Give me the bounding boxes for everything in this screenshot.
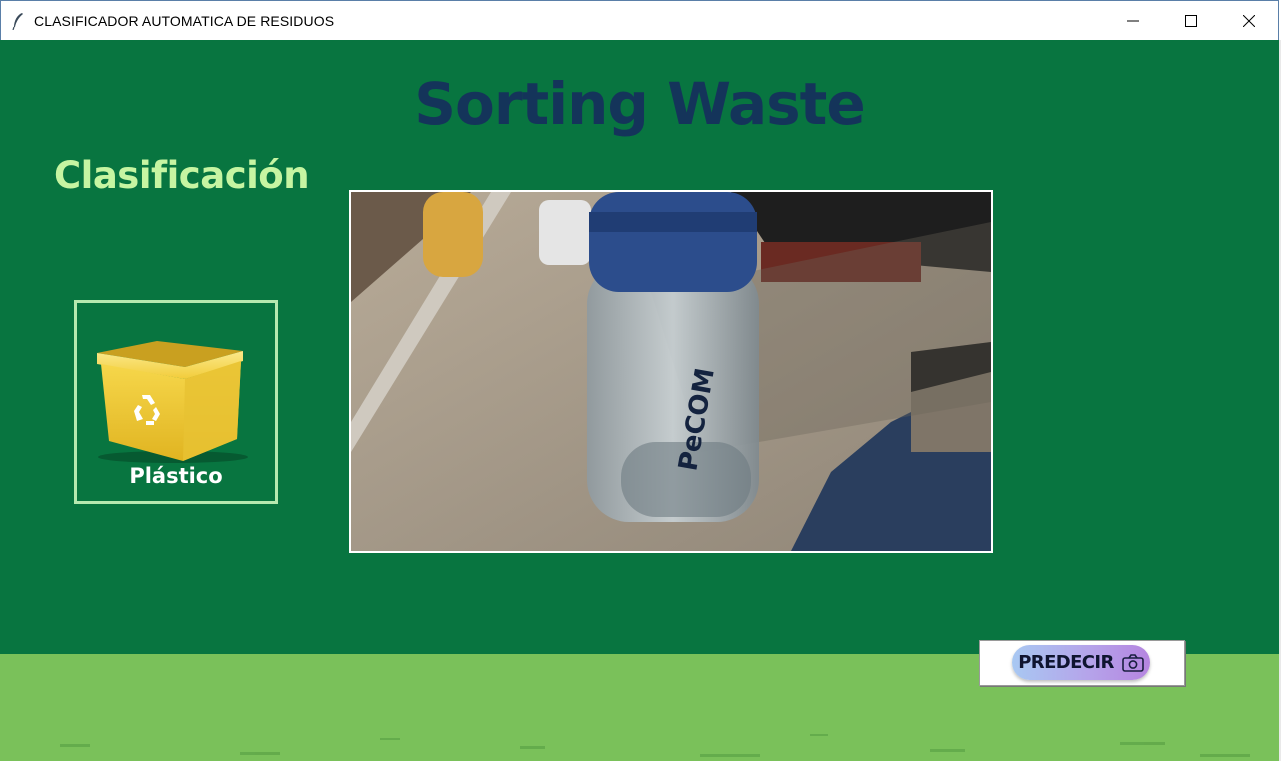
minimize-button[interactable] xyxy=(1104,1,1162,41)
camera-icon xyxy=(1121,653,1144,672)
section-title: Clasificación xyxy=(54,154,310,197)
window-title: CLASIFICADOR AUTOMATICA DE RESIDUOS xyxy=(34,13,335,29)
classification-result-card: Plástico xyxy=(74,300,278,504)
yellow-recycling-bin-icon xyxy=(97,341,248,463)
camera-feed: PeCOM xyxy=(349,190,993,553)
classification-label: Plástico xyxy=(129,464,223,488)
predict-panel: PREDECIR xyxy=(979,640,1185,686)
maximize-icon xyxy=(1185,15,1197,27)
minimize-icon xyxy=(1127,20,1139,22)
window-titlebar: CLASIFICADOR AUTOMATICA DE RESIDUOS xyxy=(0,0,1279,40)
maximize-button[interactable] xyxy=(1162,1,1220,41)
main-panel: Sorting Waste Clasificación Plástico PeC… xyxy=(0,40,1279,654)
feather-icon xyxy=(12,13,23,30)
page-title: Sorting Waste xyxy=(414,70,865,138)
predict-label: PREDECIR xyxy=(1018,652,1114,673)
close-icon xyxy=(1243,15,1255,27)
predict-button[interactable]: PREDECIR xyxy=(1012,645,1150,680)
camera-feed-image: PeCOM xyxy=(351,192,991,551)
close-button[interactable] xyxy=(1220,1,1278,41)
